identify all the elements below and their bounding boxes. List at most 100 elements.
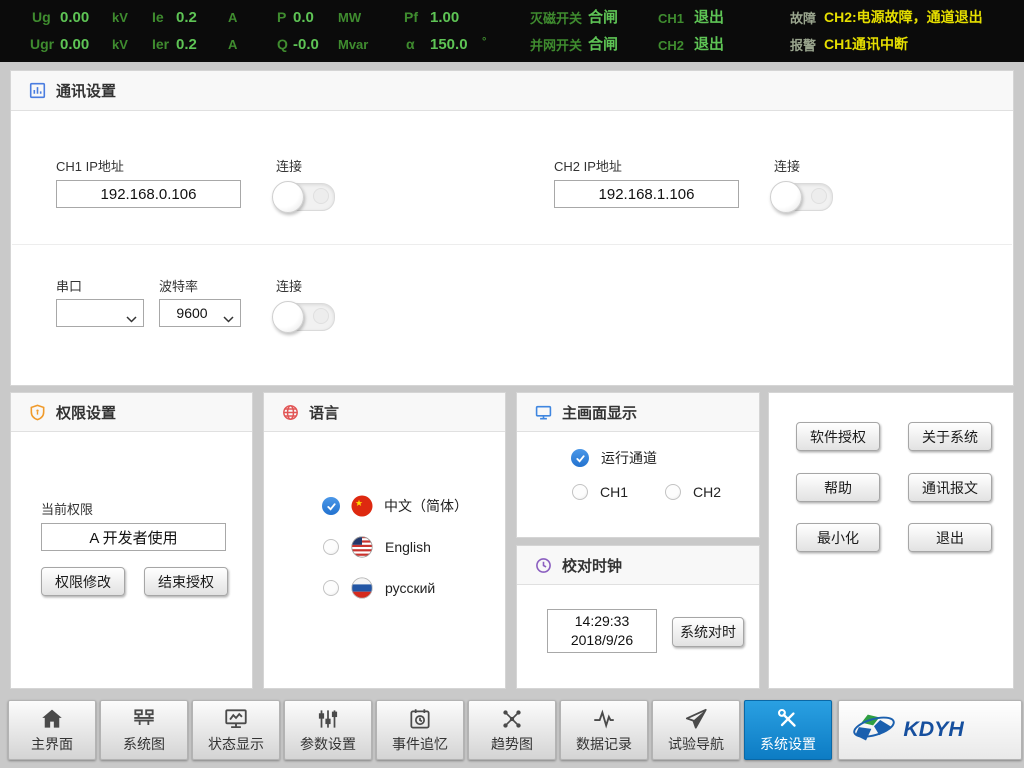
comm-settings-panel: 通讯设置 CH1 IP地址 192.168.0.106 连接 CH2 IP地址 …	[10, 70, 1014, 386]
nav-parameter-settings[interactable]: 参数设置	[284, 700, 372, 760]
channel-select-row: CH1 CH2	[572, 484, 721, 500]
channel-state: 退出	[694, 32, 724, 57]
nav-data-record[interactable]: 数据记录	[560, 700, 648, 760]
language-option-label: 中文（简体）	[384, 496, 468, 516]
russia-flag-icon	[351, 577, 373, 599]
end-authorization-button[interactable]: 结束授权	[144, 567, 228, 596]
radio-icon	[323, 539, 339, 555]
nav-label: 数据记录	[576, 734, 632, 754]
clock-panel: 校对时钟 14:29:33 2018/9/26 系统对时	[516, 545, 760, 689]
panel-title: 语言	[309, 402, 339, 423]
ch2-connect-toggle[interactable]	[771, 183, 833, 211]
ch1-ip-input[interactable]: 192.168.0.106	[56, 180, 241, 208]
kdyh-logo-button[interactable]: KDYH	[838, 700, 1022, 760]
us-flag-icon	[351, 536, 373, 558]
metric-label: Q	[277, 32, 288, 57]
minimize-button[interactable]: 最小化	[796, 523, 880, 552]
radio-checked-icon	[322, 497, 340, 515]
metric-value: 0.2	[176, 5, 197, 30]
china-flag-icon	[351, 495, 373, 517]
system-buttons-panel: 软件授权 关于系统 帮助 通讯报文 最小化 退出	[768, 392, 1014, 689]
nav-status-display[interactable]: 状态显示	[192, 700, 280, 760]
ch1-ip-label: CH1 IP地址	[56, 156, 124, 175]
nav-main-screen[interactable]: 主界面	[8, 700, 96, 760]
channel-label: CH2	[658, 33, 684, 58]
toggle-knob	[272, 301, 304, 333]
modify-permission-button[interactable]: 权限修改	[41, 567, 125, 596]
toggle-knob	[272, 181, 304, 213]
fault-label: 故障	[790, 6, 816, 31]
language-option-russian[interactable]: русский	[323, 577, 435, 599]
chevron-down-icon	[126, 310, 137, 326]
alarm-label: 报警	[790, 33, 816, 58]
datetime-field[interactable]: 14:29:33 2018/9/26	[547, 609, 657, 653]
nav-label: 系统图	[123, 734, 165, 754]
switch-state: 合闸	[588, 32, 618, 57]
nav-system-settings[interactable]: 系统设置	[744, 700, 832, 760]
nav-trend-chart[interactable]: 趋势图	[468, 700, 556, 760]
time-value: 14:29:33	[575, 612, 630, 631]
metric-value: 150.0	[430, 32, 468, 57]
system-diagram-icon	[131, 706, 157, 732]
ch2-option-label: CH2	[693, 484, 721, 500]
language-option-english[interactable]: English	[323, 536, 431, 558]
switch-label: 灭磁开关	[530, 6, 582, 31]
nav-label: 主界面	[31, 734, 73, 754]
ch1-radio[interactable]	[572, 484, 588, 500]
toggle-track-dot	[811, 188, 827, 204]
nav-label: 事件追忆	[392, 734, 448, 754]
metric-unit: kV	[112, 32, 128, 57]
monitor-icon	[535, 404, 552, 421]
logo-text: KDYH	[903, 717, 964, 741]
scada-screen: Ug 0.00 kV Ie 0.2 A P 0.0 MW Pf 1.00 灭磁开…	[0, 0, 1024, 768]
waveform-icon	[591, 706, 617, 732]
ch2-radio[interactable]	[665, 484, 681, 500]
software-license-button[interactable]: 软件授权	[796, 422, 880, 451]
metric-value: 1.00	[430, 5, 459, 30]
metric-label: α	[406, 32, 415, 57]
nav-event-recall[interactable]: 事件追忆	[376, 700, 464, 760]
ch2-ip-label: CH2 IP地址	[554, 156, 622, 175]
ch1-connect-toggle[interactable]	[273, 183, 335, 211]
nav-label: 系统设置	[760, 734, 816, 754]
comm-message-button[interactable]: 通讯报文	[908, 473, 992, 502]
metric-value: 0.00	[60, 5, 89, 30]
divider	[12, 244, 1012, 245]
radio-icon	[323, 580, 339, 596]
system-time-sync-button[interactable]: 系统对时	[672, 617, 744, 647]
current-permission-field[interactable]: A 开发者使用	[41, 523, 226, 551]
metric-label: Ug	[32, 5, 51, 30]
language-option-label: English	[385, 539, 431, 555]
metric-value: 0.2	[176, 32, 197, 57]
panel-title: 权限设置	[56, 402, 116, 423]
help-button[interactable]: 帮助	[796, 473, 880, 502]
ch1-option-label: CH1	[600, 484, 628, 500]
nav-label: 试验导航	[668, 734, 724, 754]
serial-port-select[interactable]	[56, 299, 144, 327]
clock-icon	[535, 557, 552, 574]
trend-scatter-icon	[499, 706, 525, 732]
nav-test-navigation[interactable]: 试验导航	[652, 700, 740, 760]
clock-header: 校对时钟	[517, 546, 759, 585]
metric-label: Ugr	[30, 32, 54, 57]
about-system-button[interactable]: 关于系统	[908, 422, 992, 451]
exit-button[interactable]: 退出	[908, 523, 992, 552]
comm-icon	[29, 82, 46, 99]
ch2-ip-input[interactable]: 192.168.1.106	[554, 180, 739, 208]
run-channel-label: 运行通道	[601, 448, 657, 468]
metric-unit: A	[228, 32, 237, 57]
serial-port-label: 串口	[56, 276, 82, 295]
serial-connect-toggle[interactable]	[273, 303, 335, 331]
toggle-knob	[770, 181, 802, 213]
run-channel-option[interactable]: 运行通道	[571, 448, 657, 468]
nav-system-diagram[interactable]: 系统图	[100, 700, 188, 760]
home-icon	[39, 706, 65, 732]
telemetry-bar: Ug 0.00 kV Ie 0.2 A P 0.0 MW Pf 1.00 灭磁开…	[0, 0, 1024, 62]
switch-label: 并网开关	[530, 33, 582, 58]
metric-label: Pf	[404, 5, 418, 30]
language-option-chinese[interactable]: 中文（简体）	[322, 495, 468, 517]
baud-rate-select[interactable]: 9600	[159, 299, 241, 327]
metric-value: 0.0	[293, 5, 314, 30]
ch1-connect-label: 连接	[276, 156, 302, 175]
language-panel: 语言 中文（简体）	[263, 392, 506, 689]
